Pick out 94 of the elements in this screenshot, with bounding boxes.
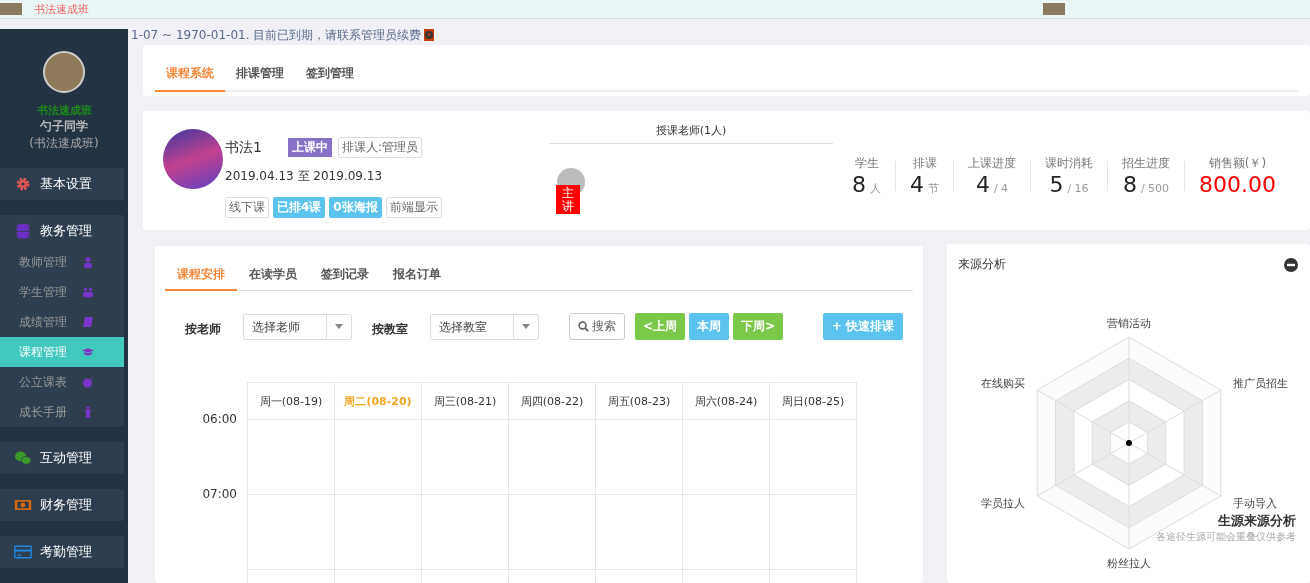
tab[interactable]: 签到记录 xyxy=(309,262,381,291)
scheduler-tag: 排课人:管理员 xyxy=(337,137,422,159)
select-field[interactable]: 选择教室 xyxy=(430,313,539,340)
filter-label: 按老师 xyxy=(185,321,221,338)
submenu-item[interactable]: 公立课表 xyxy=(0,367,124,397)
menu-item[interactable]: 考勤管理 xyxy=(0,536,124,568)
day-header: 周六(08-24) xyxy=(683,383,769,420)
status-tag: 上课中 xyxy=(287,138,332,158)
stat-value: 5 xyxy=(1049,172,1064,198)
tab[interactable]: 报名订单 xyxy=(381,262,453,291)
day-header: 周日(08-25) xyxy=(770,383,856,420)
tab[interactable]: 课程系统 xyxy=(155,61,225,92)
child-icon xyxy=(82,406,94,418)
course-title: 书法1 xyxy=(225,138,262,157)
tab[interactable]: 签到管理 xyxy=(295,61,365,92)
stat-value: 4 xyxy=(975,172,990,198)
photo-placeholder xyxy=(0,3,22,15)
time-label: 07:00 xyxy=(201,487,238,503)
class-name: (书法速成班) xyxy=(28,135,100,152)
course-tag: 线下课 xyxy=(225,197,269,219)
stat-unit: 人 xyxy=(870,181,881,197)
stat-label: 课时消耗 xyxy=(1045,155,1093,173)
tab[interactable]: 课程安排 xyxy=(165,262,237,291)
caption-title: 生源来源分析 xyxy=(1217,512,1296,530)
notice-text: 1-07 ~ 1970-01-01. 目前已到期，请联系管理员续费 xyxy=(131,26,422,44)
people-icon xyxy=(82,286,94,298)
submenu-item[interactable]: 课程管理 xyxy=(0,337,124,367)
radar-title: 来源分析 xyxy=(958,256,1006,273)
filter-label: 按教室 xyxy=(372,321,408,338)
collapse-icon[interactable] xyxy=(1284,257,1298,272)
school-name: 书法速成班 xyxy=(34,1,89,17)
axis-label: 学员拉人 xyxy=(981,497,1026,510)
stat-value: 8 xyxy=(1122,172,1137,198)
submenu-item[interactable]: 教师管理 xyxy=(0,247,124,277)
stat-unit: 节 xyxy=(928,181,939,197)
school-name: 书法速成班 xyxy=(35,103,93,118)
avatar-placeholder xyxy=(43,51,85,93)
stat-label: 招生进度 xyxy=(1122,155,1170,173)
bomb-icon xyxy=(82,376,94,388)
stat-unit: / 500 xyxy=(1140,182,1170,196)
select-field[interactable]: 选择老师 xyxy=(243,313,352,340)
stat-value: 800.00 xyxy=(1199,172,1276,198)
search-button[interactable]: 搜索 xyxy=(569,313,625,340)
person-icon xyxy=(82,256,94,268)
day-header: 周四(08-22) xyxy=(509,383,595,420)
graduation-cap-icon xyxy=(82,346,94,358)
stat-label: 学生 xyxy=(853,155,880,173)
week-button[interactable]: <上周 xyxy=(635,313,686,340)
submenu-item[interactable]: 成绩管理 xyxy=(0,307,124,337)
stat-label: 销售额(￥) xyxy=(1207,155,1268,173)
photo-placeholder xyxy=(1043,3,1065,15)
axis-label: 粉丝拉人 xyxy=(1107,557,1151,570)
chat-icon xyxy=(14,450,32,466)
stat-value: 8 xyxy=(852,172,866,198)
day-header: 周一(08-19) xyxy=(248,383,334,420)
menu-item[interactable]: 互动管理 xyxy=(0,442,124,474)
axis-label: 手动导入 xyxy=(1232,497,1277,510)
course-tag: 已排4课 xyxy=(273,197,326,219)
menu-item[interactable]: 基本设置 xyxy=(0,168,124,200)
tab[interactable]: 在读学员 xyxy=(237,262,309,291)
book-icon xyxy=(82,316,94,328)
time-label: 06:00 xyxy=(201,412,238,428)
axis-label: 推广员招生 xyxy=(1232,377,1288,390)
teachers-title: 授课老师(1人) xyxy=(549,123,833,145)
teacher-badge: 主讲 xyxy=(556,185,580,214)
submenu-item[interactable]: 成长手册 xyxy=(0,397,124,427)
stat-label: 上课进度 xyxy=(968,155,1016,173)
week-button[interactable]: 下周> xyxy=(733,313,784,340)
stat-unit: / 16 xyxy=(1067,182,1089,196)
course-dates: 2019.04.13 至 2019.09.13 xyxy=(225,168,384,186)
caret-icon xyxy=(335,324,343,329)
gear-icon xyxy=(14,176,32,192)
stat-label: 排课 xyxy=(911,155,938,173)
day-header: 周三(08-21) xyxy=(422,383,508,420)
submenu-item[interactable]: 学生管理 xyxy=(0,277,124,307)
caret-icon xyxy=(522,324,530,329)
close-icon[interactable] xyxy=(424,29,435,41)
card-icon xyxy=(14,544,32,560)
axis-label: 营销活动 xyxy=(1107,317,1151,330)
user-name: 勺子同学 xyxy=(39,118,89,135)
stat-unit: / 4 xyxy=(993,182,1009,196)
database-icon xyxy=(14,223,32,239)
menu-item[interactable]: 教务管理 xyxy=(0,215,124,247)
search-icon xyxy=(578,321,589,332)
tab[interactable]: 排课管理 xyxy=(225,61,295,92)
stat-value: 4 xyxy=(910,172,924,198)
menu-item[interactable]: 财务管理 xyxy=(0,489,124,521)
banknote-icon xyxy=(14,497,32,513)
caption-subtitle: 各途径生源可能会重叠仅供参考 xyxy=(1156,530,1296,544)
course-tag: 0张海报 xyxy=(329,197,382,219)
day-header: 周二(08-20) xyxy=(335,383,421,420)
day-header: 周五(08-23) xyxy=(596,383,682,420)
course-tag: 前端显示 xyxy=(385,197,442,219)
axis-label: 在线购买 xyxy=(981,377,1026,390)
